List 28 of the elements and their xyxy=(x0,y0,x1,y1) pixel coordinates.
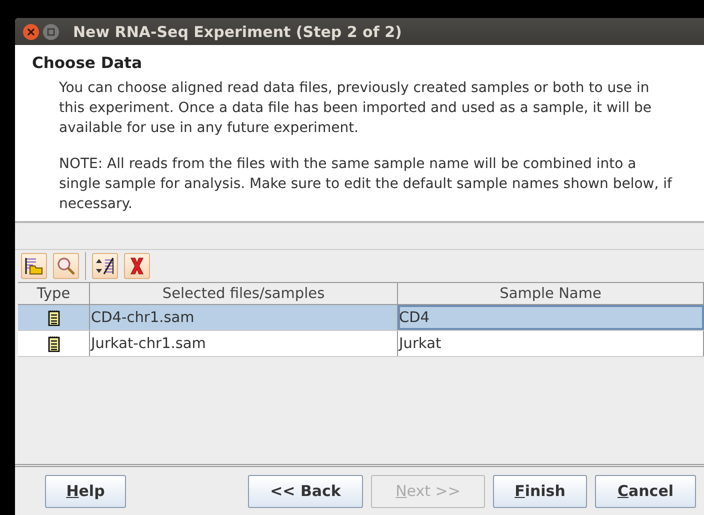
sort-icon xyxy=(95,256,115,276)
table-row[interactable]: CD4-chr1.sam CD4 xyxy=(18,305,704,331)
dialog-button[interactable]: Finish xyxy=(493,474,587,508)
table-cell: Jurkat-chr1.sam xyxy=(90,331,398,356)
column-header: Type xyxy=(18,283,90,304)
dialog-button[interactable]: Cancel xyxy=(595,474,696,508)
table-cell: CD4 xyxy=(398,305,704,330)
table-cell: CD4-chr1.sam xyxy=(90,305,398,330)
column-header: Selected files/samples xyxy=(90,283,398,304)
document-icon xyxy=(48,336,60,352)
close-button[interactable] xyxy=(23,24,39,40)
delete-button[interactable] xyxy=(124,253,150,279)
dialog-button[interactable]: << Back xyxy=(248,474,363,508)
sort-button[interactable] xyxy=(92,253,118,279)
description-text: You can choose aligned read data files, previously created samples or both to use in this experiment. Once a data file has been imported and used as a sample, it will be available for use in any future experiment. xyxy=(59,79,653,138)
magnifier-button[interactable] xyxy=(53,253,79,279)
magnifier-icon xyxy=(56,256,76,276)
column-header: Sample Name xyxy=(398,283,704,304)
table-row[interactable]: Jurkat-chr1.sam Jurkat xyxy=(18,331,704,357)
description-text: NOTE: All reads from the files with the same sample name will be combined into a single sample for analysis. Make sure to edit the default sample names shown below, if necessary. xyxy=(59,155,674,214)
section-title: Choose Data xyxy=(32,54,144,72)
folder-icon xyxy=(24,256,44,276)
maximize-button[interactable] xyxy=(43,24,59,40)
dialog-button[interactable]: Help xyxy=(45,474,126,508)
window-title: New RNA-Seq Experiment (Step 2 of 2) xyxy=(73,22,402,40)
document-icon xyxy=(48,310,60,326)
table-cell: Jurkat xyxy=(398,331,704,356)
folder-button[interactable] xyxy=(21,253,47,279)
